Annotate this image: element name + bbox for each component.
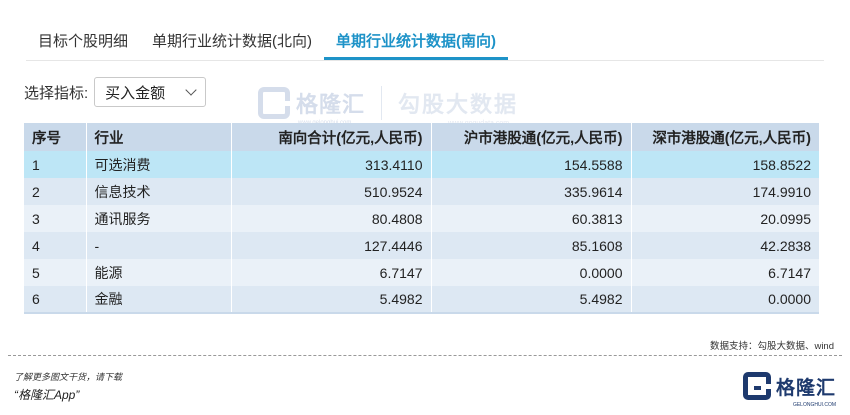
cell-south-total: 127.4446	[231, 232, 432, 259]
cell-south-total: 510.9524	[231, 178, 432, 205]
cell-index: 5	[24, 259, 87, 286]
cell-sh-connect: 85.1608	[431, 232, 632, 259]
table-header-row: 序号 行业 南向合计(亿元,人民币) 沪市港股通(亿元,人民币) 深市港股通(亿…	[24, 123, 819, 151]
cell-index: 2	[24, 178, 87, 205]
cell-south-total: 313.4110	[231, 151, 432, 178]
cell-sh-connect: 5.4982	[431, 286, 632, 314]
column-header-south-total[interactable]: 南向合计(亿元,人民币)	[231, 123, 432, 151]
cell-sz-connect: 6.7147	[631, 259, 819, 286]
watermark-left-text: 格隆汇	[296, 92, 366, 117]
gelonghui-logo-icon	[258, 87, 290, 119]
table-row[interactable]: 5 能源 6.7147 0.0000 6.7147	[24, 259, 819, 286]
promo-app-name: “格隆汇App”	[14, 388, 80, 402]
cell-sz-connect: 42.2838	[631, 232, 819, 259]
footer-divider	[8, 355, 842, 356]
cell-south-total: 6.7147	[231, 259, 432, 286]
cell-industry: 金融	[86, 286, 232, 314]
column-header-index[interactable]: 序号	[24, 123, 87, 151]
indicator-select[interactable]: 买入金额	[94, 77, 207, 107]
cell-industry: 信息技术	[86, 178, 232, 205]
tab-divider	[26, 60, 824, 61]
indicator-filter: 选择指标: 买入金额	[24, 77, 207, 107]
table-row[interactable]: 6 金融 5.4982 5.4982 0.0000	[24, 286, 819, 314]
cell-sh-connect: 335.9614	[431, 178, 632, 205]
logo-text: 格隆汇	[775, 377, 836, 399]
cell-sz-connect: 20.0995	[631, 205, 819, 232]
industry-stats-table: 序号 行业 南向合计(亿元,人民币) 沪市港股通(亿元,人民币) 深市港股通(亿…	[24, 123, 819, 314]
table-row[interactable]: 3 通讯服务 80.4808 60.3813 20.0995	[24, 205, 819, 232]
cell-sz-connect: 158.8522	[631, 151, 819, 178]
promo-text: 了解更多图文干货，请下载	[14, 372, 123, 382]
cell-industry: 能源	[86, 259, 232, 286]
cell-sh-connect: 0.0000	[431, 259, 632, 286]
cell-industry: 可选消费	[86, 151, 232, 178]
indicator-select-value: 买入金额	[105, 84, 166, 102]
cell-south-total: 5.4982	[231, 286, 432, 314]
cell-index: 3	[24, 205, 87, 232]
cell-index: 1	[24, 151, 87, 178]
filter-label: 选择指标:	[24, 84, 89, 102]
cell-industry: 通讯服务	[86, 205, 232, 232]
table-row[interactable]: 1 可选消费 313.4110 154.5588 158.8522	[24, 151, 819, 178]
cell-sh-connect: 60.3813	[431, 205, 632, 232]
tab-stock-details[interactable]: 目标个股明细	[26, 24, 140, 60]
table-row[interactable]: 2 信息技术 510.9524 335.9614 174.9910	[24, 178, 819, 205]
chevron-down-icon	[185, 84, 197, 96]
watermark-separator	[381, 86, 383, 120]
cell-index: 4	[24, 232, 87, 259]
column-header-sh-connect[interactable]: 沪市港股通(亿元,人民币)	[431, 123, 632, 151]
tab-industry-northbound[interactable]: 单期行业统计数据(北向)	[140, 24, 324, 60]
data-source-note: 数据支持：勾股大数据、wind	[709, 341, 834, 352]
logo-subtext: GELONGHUI.COM	[792, 402, 836, 408]
cell-sz-connect: 174.9910	[631, 178, 819, 205]
gelonghui-logo: 格隆汇 GELONGHUI.COM	[742, 372, 836, 408]
tab-industry-southbound[interactable]: 单期行业统计数据(南向)	[324, 24, 509, 60]
column-header-sz-connect[interactable]: 深市港股通(亿元,人民币)	[631, 123, 819, 151]
tab-bar: 目标个股明细 单期行业统计数据(北向) 单期行业统计数据(南向)	[26, 24, 509, 60]
gelonghui-g-icon	[742, 372, 771, 400]
cell-sh-connect: 154.5588	[431, 151, 632, 178]
cell-index: 6	[24, 286, 87, 314]
cell-south-total: 80.4808	[231, 205, 432, 232]
watermark: 格隆汇 勾股大数据 www.gelonghui.com www.gogudata…	[258, 86, 519, 127]
cell-sz-connect: 0.0000	[631, 286, 819, 314]
watermark-right-text: 勾股大数据	[398, 92, 519, 117]
column-header-industry[interactable]: 行业	[86, 123, 232, 151]
cell-industry: -	[86, 232, 232, 259]
table-row[interactable]: 4-127.4446 85.1608 42.2838	[24, 232, 819, 259]
